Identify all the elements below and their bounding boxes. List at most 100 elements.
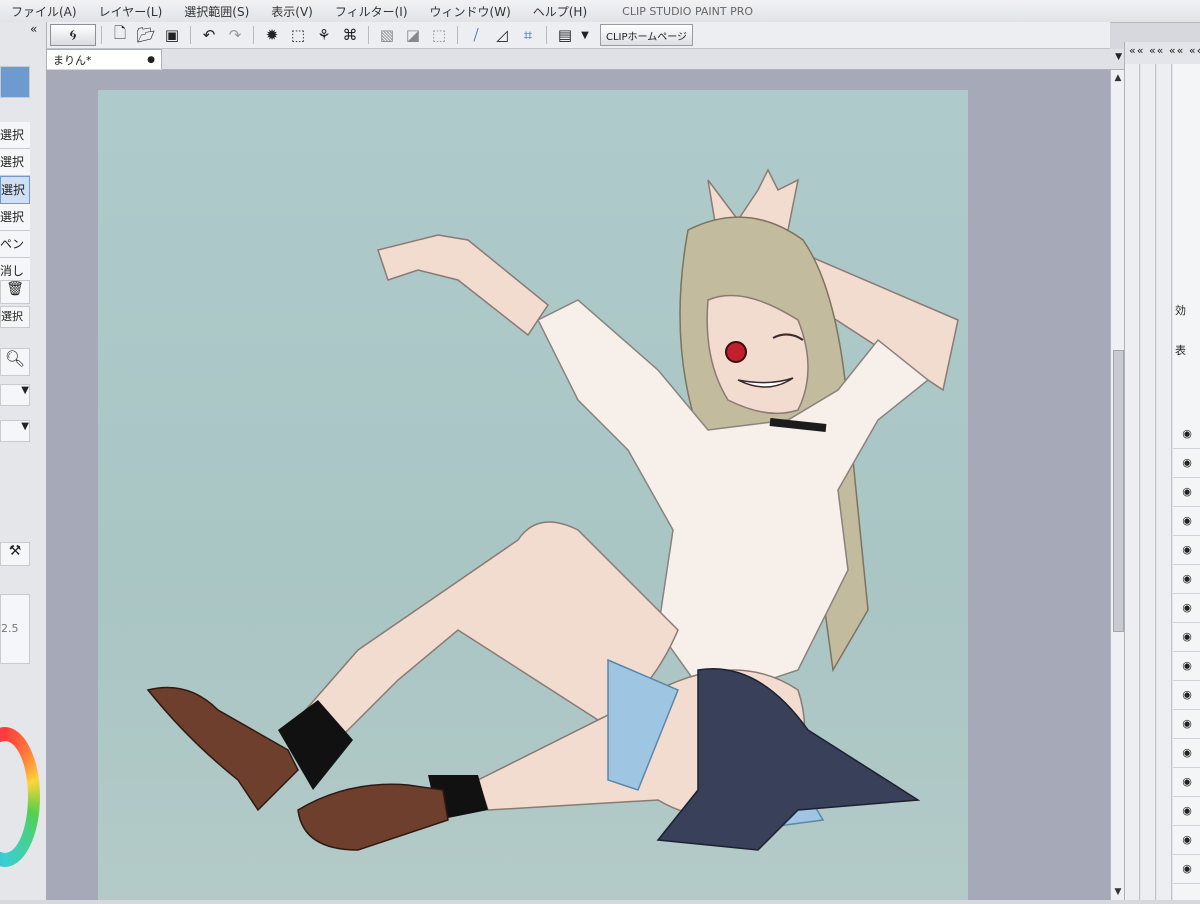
undo-button[interactable]: ↶ (197, 24, 221, 46)
fill-button[interactable]: ⚘ (312, 24, 336, 46)
deselect-button[interactable]: ⌘ (338, 24, 362, 46)
document-name: まりん* (53, 53, 92, 67)
toolbar-divider (546, 26, 547, 44)
scroll-down-button[interactable]: ▼ (1111, 884, 1125, 900)
screen-mode-button[interactable]: ▤ (553, 24, 577, 46)
transform-icon: ⬚ (290, 26, 306, 44)
layer-display-label: 表 (1175, 344, 1186, 357)
canvas-workspace[interactable] (46, 70, 1110, 900)
right-panel-dock: «« «« «« «« 効 表 ◉ ◉ ◉ ◉ ◉ ◉ ◉ ◉ ◉ ◉ ◉ ◉ … (1124, 42, 1200, 900)
menu-view[interactable]: 表示(V) (260, 3, 324, 20)
brush-size-value: 2.5 (0, 594, 30, 664)
extended-arm (377, 234, 550, 337)
layer-visibility-toggle[interactable]: ◉ (1173, 826, 1200, 855)
menu-help[interactable]: ヘルプ(H) (522, 3, 598, 20)
clear-button[interactable]: ✹ (260, 24, 284, 46)
grid-snap-icon: ⌗ (523, 26, 533, 44)
layer-visibility-toggle[interactable]: ◉ (1173, 565, 1200, 594)
panel-column (1141, 64, 1156, 900)
document-tab[interactable]: まりん* ● (46, 49, 162, 69)
scrollbar-thumb[interactable] (1113, 350, 1124, 632)
tool-settings-button[interactable]: ⚒ (0, 542, 30, 566)
sub-tool-item[interactable]: 選択 (0, 204, 30, 231)
layer-visibility-toggle[interactable]: ◉ (1173, 797, 1200, 826)
blend-mode-dropdown[interactable]: ▼ (0, 384, 30, 406)
eye-icon: ◉ (1182, 630, 1192, 643)
tool-property-label: 選択 (0, 306, 30, 328)
zoom-button[interactable]: 🔍︎ (0, 348, 30, 376)
layer-visibility-toggle[interactable]: ◉ (1173, 855, 1200, 884)
layer-visibility-toggle[interactable]: ◉ (1173, 710, 1200, 739)
save-button[interactable]: ▣ (160, 24, 184, 46)
sub-tool-item[interactable]: ペン (0, 231, 30, 258)
layer-visibility-toggle[interactable]: ◉ (1173, 681, 1200, 710)
special-ruler-snap-button[interactable]: ◿ (490, 24, 514, 46)
sub-tool-item[interactable]: 選択 (0, 149, 30, 176)
undo-icon: ↶ (202, 26, 216, 44)
color-wheel[interactable] (0, 727, 40, 867)
menu-filter[interactable]: フィルター(I) (324, 3, 419, 20)
open-file-button[interactable]: 📂︎ (134, 24, 158, 46)
new-file-icon: 🗋 (113, 23, 127, 42)
layer-visibility-toggle[interactable]: ◉ (1173, 507, 1200, 536)
collapse-right-panels-button[interactable]: «« «« «« «« (1125, 42, 1200, 59)
screen-mode-dropdown[interactable]: ▼ (579, 24, 591, 46)
unsaved-dot-icon[interactable]: ● (147, 55, 155, 65)
scroll-up-button[interactable]: ▲ (1111, 70, 1125, 86)
menu-file[interactable]: ファイル(A) (0, 3, 88, 20)
new-file-button[interactable]: 🗋 (108, 24, 132, 46)
chevron-down-icon: ▼ (21, 385, 29, 396)
canvas-vertical-scrollbar[interactable]: ▲ ▼ (1110, 70, 1125, 900)
tool-tab-selected[interactable] (0, 66, 30, 98)
clip-studio-logo-button[interactable]: 🌀︎ (50, 24, 96, 46)
invert-selection-button[interactable]: ◪ (401, 24, 425, 46)
ruler-snap-button[interactable]: ⧸ (464, 24, 488, 46)
folder-icon: 📂︎ (136, 26, 156, 44)
brush-shape-dropdown[interactable]: ▼ (0, 420, 30, 442)
menu-selection[interactable]: 選択範囲(S) (173, 3, 260, 20)
screen-mode-icon: ▤ (557, 26, 573, 44)
layer-visibility-toggle[interactable]: ◉ (1173, 739, 1200, 768)
layer-visibility-toggle[interactable]: ◉ (1173, 768, 1200, 797)
add-sub-tool-button[interactable]: 🗑︎ (0, 280, 30, 304)
layer-visibility-toggle[interactable]: ◉ (1173, 652, 1200, 681)
menu-bar: ファイル(A) レイヤー(L) 選択範囲(S) 表示(V) フィルター(I) ウ… (0, 0, 1200, 23)
brown-loafer (297, 783, 449, 851)
layer-visibility-toggle[interactable]: ◉ (1173, 449, 1200, 478)
layer-visibility-toggle[interactable]: ◉ (1173, 478, 1200, 507)
layer-visibility-toggle[interactable]: ◉ (1173, 536, 1200, 565)
sparkle-icon: ✹ (265, 26, 279, 44)
command-bar: 🌀︎ 🗋 📂︎ ▣ ↶ ↷ ✹ ⬚ ⚘ ⌘ ▧ ◪ ⬚ ⧸ ◿ ⌗ ▤ ▼ CL… (46, 22, 1110, 49)
menu-layer[interactable]: レイヤー(L) (88, 3, 174, 20)
toolbar-divider (101, 26, 102, 44)
redo-icon: ↷ (228, 26, 242, 44)
sub-tool-item[interactable]: 選択 (0, 122, 30, 149)
redo-button[interactable]: ↷ (223, 24, 247, 46)
layer-visibility-toggle[interactable]: ◉ (1173, 420, 1200, 449)
selection-border-button[interactable]: ⬚ (427, 24, 451, 46)
eye-icon: ◉ (1182, 601, 1192, 614)
eye-icon: ◉ (1182, 717, 1192, 730)
toolbar-divider (457, 26, 458, 44)
brown-loafer (146, 686, 299, 812)
grid-snap-button[interactable]: ⌗ (516, 24, 540, 46)
eye-icon: ◉ (1182, 688, 1192, 701)
transform-button[interactable]: ⬚ (286, 24, 310, 46)
tab-list-dropdown[interactable]: ▼ (1115, 52, 1122, 62)
layer-visibility-toggle[interactable]: ◉ (1173, 594, 1200, 623)
hide-selection-button[interactable]: ▧ (375, 24, 399, 46)
bucket-icon: ⚘ (317, 26, 331, 44)
layer-visibility-toggle[interactable]: ◉ (1173, 623, 1200, 652)
hide-selection-icon: ▧ (379, 26, 395, 44)
clip-homepage-button[interactable]: CLIPホームページ (600, 24, 694, 46)
sub-tool-item-active[interactable]: 選択 (0, 176, 30, 204)
eye-icon: ◉ (1182, 833, 1192, 846)
artwork-canvas[interactable] (98, 90, 968, 900)
menu-window[interactable]: ウィンドウ(W) (419, 3, 522, 20)
layer-panel: 効 表 ◉ ◉ ◉ ◉ ◉ ◉ ◉ ◉ ◉ ◉ ◉ ◉ ◉ ◉ ◉ ◉ (1173, 64, 1200, 900)
layer-property-label: 効 (1175, 304, 1186, 317)
red-eye (725, 341, 747, 363)
eye-icon: ◉ (1182, 514, 1192, 527)
collapse-left-panel-button[interactable]: « (30, 22, 37, 36)
chevron-up-icon: ▲ (1114, 73, 1122, 83)
